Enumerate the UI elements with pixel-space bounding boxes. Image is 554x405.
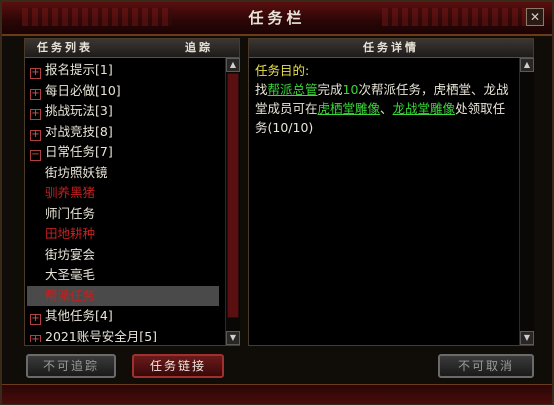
task-label: 街坊照妖镜 — [45, 164, 108, 180]
expand-icon[interactable]: + — [30, 68, 41, 79]
scroll-down-icon[interactable]: ▼ — [520, 331, 534, 345]
expand-icon[interactable]: + — [30, 314, 41, 325]
task-detail-scrollbar[interactable]: ▲ ▼ — [519, 58, 534, 345]
expand-icon[interactable]: + — [30, 334, 41, 342]
task-label: 挑战玩法[3] — [45, 103, 113, 118]
task-label: 日常任务[7] — [45, 144, 113, 159]
task-label: 大圣毫毛 — [45, 267, 96, 282]
task-item[interactable]: 帮派任务 — [27, 285, 219, 306]
task-label: 驯养黑猪 — [45, 185, 96, 200]
npc-link[interactable]: 帮派总管 — [268, 82, 318, 97]
task-list-panel: 任务列表 追踪 + 报名提示[1] + 每日必做[10] + 挑战玩法[3] + 对战竞技[8… — [24, 38, 240, 346]
scroll-thumb[interactable] — [227, 73, 239, 318]
close-icon[interactable]: ✕ — [526, 8, 544, 26]
task-category[interactable]: − 日常任务[7] — [27, 142, 219, 163]
window-title: 任务栏 — [248, 9, 306, 27]
task-list-title: 任务列表 — [37, 41, 93, 54]
title-bar[interactable]: 任务栏 ✕ — [2, 2, 552, 36]
task-goal-body: 找帮派总管完成10次帮派任务，虎栖堂、龙战堂成员可在虎栖堂雕像、龙战堂雕像处领取… — [255, 80, 517, 137]
task-detail-panel: 任务详情 任务目的: 找帮派总管完成10次帮派任务，虎栖堂、龙战堂成员可在虎栖堂… — [248, 38, 534, 346]
task-label: 其他任务[4] — [45, 308, 113, 323]
detail-text: 找 — [255, 82, 268, 97]
task-detail-text: 任务目的: 找帮派总管完成10次帮派任务，虎栖堂、龙战堂成员可在虎栖堂雕像、龙战… — [255, 61, 517, 137]
task-category[interactable]: + 挑战玩法[3] — [27, 101, 219, 122]
expand-icon[interactable]: + — [30, 129, 41, 141]
task-category[interactable]: + 报名提示[1] — [27, 60, 219, 81]
task-label: 田地耕种 — [45, 226, 96, 241]
npc-link[interactable]: 龙战堂雕像 — [393, 101, 456, 116]
task-category[interactable]: + 对战竞技[8] — [27, 122, 219, 143]
cancel-task-button[interactable]: 不可取消 — [438, 354, 534, 378]
scroll-down-icon[interactable]: ▼ — [226, 331, 240, 345]
task-item[interactable]: 街坊宴会 — [27, 245, 219, 266]
task-item[interactable]: 驯养黑猪 — [27, 183, 219, 204]
task-list-scrollbar[interactable]: ▲ ▼ — [225, 58, 240, 345]
expand-icon[interactable]: + — [30, 109, 41, 120]
npc-link[interactable]: 虎栖堂雕像 — [318, 101, 381, 116]
task-detail-header: 任务详情 — [249, 39, 533, 58]
scroll-up-icon[interactable]: ▲ — [226, 58, 240, 72]
task-label: 街坊宴会 — [45, 246, 96, 262]
task-label: 每日必做[10] — [45, 82, 121, 98]
task-goal-label: 任务目的: — [255, 63, 310, 78]
task-item[interactable]: 大圣毫毛 — [27, 265, 219, 286]
detail-text: 、 — [380, 101, 393, 116]
collapse-icon[interactable]: − — [30, 150, 41, 161]
quest-window: 任务栏 ✕ 任务列表 追踪 + 报名提示[1] + 每日必做[10] + 挑战玩法[3] +… — [0, 0, 554, 405]
task-link-button[interactable]: 任务链接 — [132, 354, 224, 378]
detail-text: 完成 — [317, 82, 343, 97]
task-category[interactable]: +2021账号安全月[5] — [27, 327, 219, 343]
expand-icon[interactable]: + — [30, 88, 41, 100]
task-item[interactable]: 师门任务 — [27, 204, 219, 225]
task-label: 对战竞技[8] — [45, 123, 113, 139]
task-list: + 报名提示[1] + 每日必做[10] + 挑战玩法[3] + 对战竞技[8] − 日常任务[7… — [27, 60, 219, 342]
task-label: 报名提示[1] — [45, 62, 113, 77]
task-item[interactable]: 街坊照妖镜 — [27, 163, 219, 184]
task-category[interactable]: + 每日必做[10] — [27, 81, 219, 102]
task-count: 10 — [342, 82, 359, 97]
task-label: 帮派任务 — [45, 287, 96, 303]
task-list-header: 任务列表 追踪 — [25, 39, 239, 58]
untrack-button[interactable]: 不可追踪 — [26, 354, 116, 378]
task-category[interactable]: + 其他任务[4] — [27, 306, 219, 327]
task-label: 2021账号安全月[5] — [45, 328, 158, 343]
track-column-label: 追踪 — [185, 41, 213, 54]
bottom-ornament — [2, 384, 552, 404]
scroll-up-icon[interactable]: ▲ — [520, 58, 534, 72]
task-label: 师门任务 — [45, 205, 96, 221]
task-item[interactable]: 田地耕种 — [27, 224, 219, 245]
